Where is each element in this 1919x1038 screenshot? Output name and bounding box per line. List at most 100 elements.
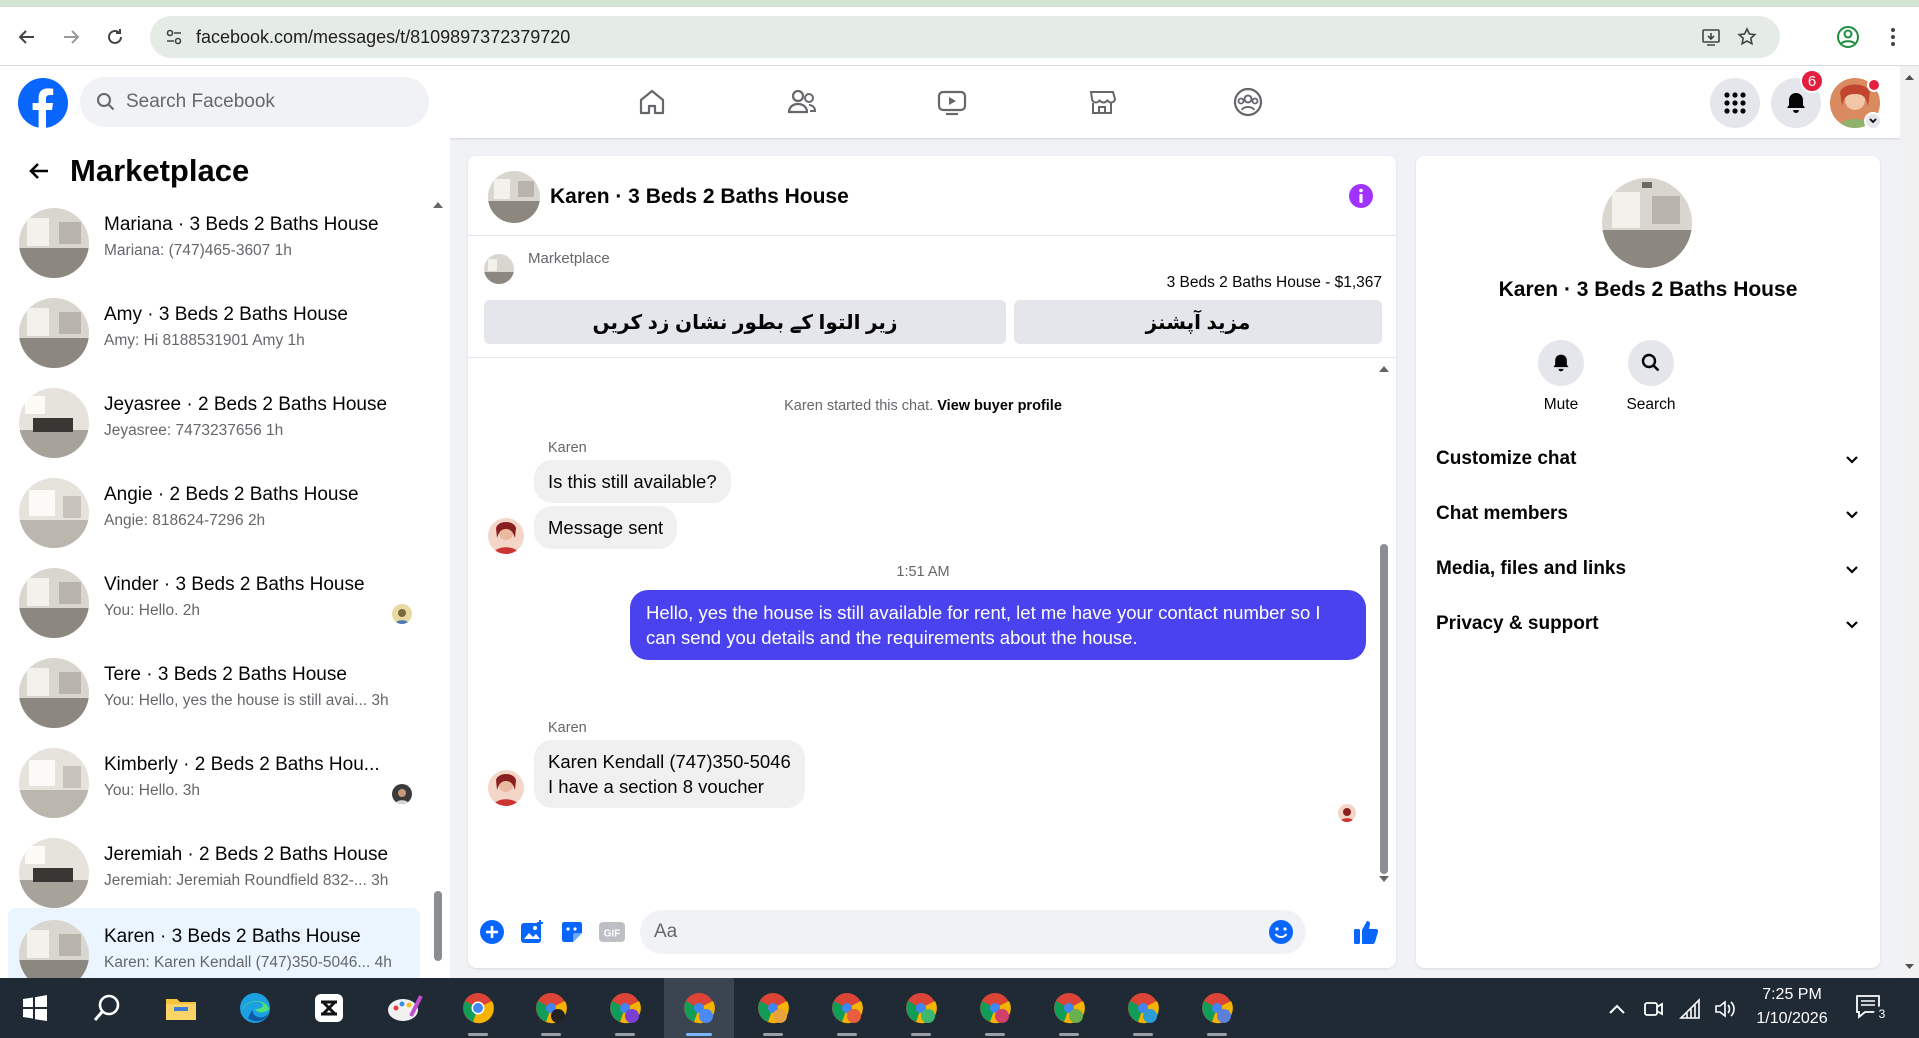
conversation-item[interactable]: Kimberly · 2 Beds 2 Baths Hou... You: He…: [8, 736, 420, 820]
conversation-item[interactable]: Jeremiah · 2 Beds 2 Baths House Jeremiah…: [8, 826, 420, 910]
conversation-item[interactable]: Mariana · 3 Beds 2 Baths House Mariana: …: [8, 196, 420, 280]
taskbar-capcut[interactable]: [294, 978, 364, 1038]
taskbar-clock[interactable]: 7:25 PM 1/10/2026: [1752, 983, 1832, 1031]
taskbar-chrome-profile[interactable]: [1108, 978, 1178, 1038]
start-button[interactable]: [0, 978, 70, 1038]
sidebar-scroll-thumb[interactable]: [434, 891, 442, 961]
mute-button[interactable]: [1538, 340, 1584, 386]
sidebar-scrollbar[interactable]: [432, 198, 444, 973]
incoming-message[interactable]: Is this still available?: [534, 460, 731, 503]
conversation-item[interactable]: Vinder · 3 Beds 2 Baths House You: Hello…: [8, 556, 420, 640]
nav-home[interactable]: [634, 84, 670, 120]
taskbar-chrome-profile-active[interactable]: [664, 978, 734, 1038]
message-input-wrapper[interactable]: [640, 910, 1306, 954]
attach-photo-button[interactable]: [518, 918, 546, 946]
gif-icon: GIF: [599, 922, 625, 942]
privacy-support-row[interactable]: Privacy & support: [1436, 602, 1860, 646]
scroll-down-arrow-icon[interactable]: [1900, 960, 1919, 974]
taskbar-file-explorer[interactable]: [146, 978, 216, 1038]
plus-circle-icon: [480, 920, 504, 944]
taskbar-chrome-profile[interactable]: [738, 978, 808, 1038]
taskbar-search[interactable]: [72, 978, 142, 1038]
conversation-item[interactable]: Jeyasree · 2 Beds 2 Baths House Jeyasree…: [8, 376, 420, 460]
forward-button[interactable]: [56, 22, 86, 52]
site-settings-icon[interactable]: [164, 27, 184, 47]
chat-listing-avatar[interactable]: [488, 171, 540, 223]
incoming-message[interactable]: Message sent: [534, 506, 678, 549]
bookmark-star-icon[interactable]: [1736, 26, 1758, 48]
nav-groups[interactable]: [1230, 84, 1266, 120]
listing-small-thumbnail[interactable]: [484, 254, 514, 284]
chat-members-row[interactable]: Chat members: [1436, 492, 1860, 536]
conversation-item[interactable]: Angie · 2 Beds 2 Baths House Angie: 8186…: [8, 466, 420, 550]
conversation-item-active[interactable]: Karen · 3 Beds 2 Baths House Karen: Kare…: [8, 908, 420, 978]
view-buyer-profile-link[interactable]: View buyer profile: [937, 398, 1062, 414]
listing-price[interactable]: 3 Beds 2 Baths House - $1,367: [1167, 274, 1382, 292]
info-listing-avatar[interactable]: [1602, 178, 1692, 268]
scroll-up-arrow-icon[interactable]: [432, 200, 444, 210]
profile-icon[interactable]: [1835, 24, 1861, 50]
mute-action[interactable]: Mute: [1516, 340, 1606, 414]
reload-button[interactable]: [100, 22, 130, 52]
taskbar-edge[interactable]: [220, 978, 290, 1038]
customize-chat-row[interactable]: Customize chat: [1436, 437, 1860, 481]
taskbar-chrome-profile[interactable]: [886, 978, 956, 1038]
scroll-up-arrow-icon[interactable]: [1900, 70, 1919, 84]
tray-volume[interactable]: [1712, 996, 1738, 1022]
running-indicator: [541, 1033, 561, 1036]
facebook-logo-icon[interactable]: [18, 78, 68, 128]
back-button[interactable]: [12, 22, 42, 52]
more-options-button[interactable]: مزید آپشنز: [1014, 300, 1382, 344]
thread-scroll-thumb[interactable]: [1380, 544, 1388, 874]
notification-center-button[interactable]: 3: [1854, 992, 1890, 1024]
scroll-up-arrow-icon[interactable]: [1378, 364, 1390, 374]
search-in-chat-button[interactable]: [1628, 340, 1674, 386]
search-label: Search: [1626, 396, 1676, 413]
nav-marketplace[interactable]: [1084, 84, 1120, 120]
thread-scrollbar[interactable]: [1378, 364, 1390, 884]
sender-avatar[interactable]: [488, 770, 524, 806]
nav-video[interactable]: [934, 84, 970, 120]
taskbar-chrome-profile[interactable]: [590, 978, 660, 1038]
gif-button[interactable]: GIF: [598, 918, 626, 946]
tray-network[interactable]: [1678, 996, 1704, 1022]
sticker-button[interactable]: [558, 918, 586, 946]
info-icon[interactable]: [1348, 183, 1374, 209]
conversation-item[interactable]: Amy · 3 Beds 2 Baths House Amy: Hi 81885…: [8, 286, 420, 370]
nav-friends[interactable]: [784, 84, 820, 120]
tray-meet-now[interactable]: [1640, 996, 1666, 1022]
windows-taskbar: 7:25 PM 1/10/2026 3: [0, 978, 1919, 1038]
media-files-links-row[interactable]: Media, files and links: [1436, 547, 1860, 591]
taskbar-chrome-profile[interactable]: [516, 978, 586, 1038]
show-hidden-icons-button[interactable]: [1604, 996, 1630, 1022]
marketplace-icon: [1089, 91, 1117, 114]
sender-avatar[interactable]: [488, 518, 524, 554]
address-bar[interactable]: facebook.com/messages/t/8109897372379720: [150, 16, 1780, 58]
incoming-message[interactable]: Karen Kendall (747)350-5046 I have a sec…: [534, 740, 805, 808]
scroll-down-arrow-icon[interactable]: [1378, 874, 1390, 884]
taskbar-chrome-profile[interactable]: [812, 978, 882, 1038]
taskbar-chrome-profile[interactable]: [1182, 978, 1252, 1038]
message-input[interactable]: [654, 921, 1234, 943]
back-to-chats-button[interactable]: [24, 156, 54, 186]
page-scrollbar[interactable]: [1900, 66, 1919, 978]
menu-button[interactable]: [1710, 78, 1760, 128]
more-actions-button[interactable]: [478, 918, 506, 946]
taskbar-paint[interactable]: [370, 978, 440, 1038]
chat-title[interactable]: Karen · 3 Beds 2 Baths House: [550, 185, 849, 209]
conversation-item[interactable]: Tere · 3 Beds 2 Baths House You: Hello, …: [8, 646, 420, 730]
taskbar-chrome-profile[interactable]: [1034, 978, 1104, 1038]
install-app-icon[interactable]: [1700, 26, 1722, 48]
search-input[interactable]: [126, 91, 406, 113]
facebook-search-box[interactable]: [80, 77, 429, 127]
mark-pending-button[interactable]: زیر التوا کے بطور نشان زد کریں: [484, 300, 1006, 344]
taskbar-chrome[interactable]: [443, 978, 513, 1038]
like-button[interactable]: [1352, 918, 1380, 946]
account-menu-chevron[interactable]: [1864, 112, 1882, 130]
browser-menu-icon[interactable]: [1883, 22, 1903, 52]
emoji-icon[interactable]: [1268, 919, 1294, 945]
outgoing-message[interactable]: Hello, yes the house is still available …: [630, 590, 1366, 660]
chrome-profile-icon: [684, 993, 715, 1024]
search-action[interactable]: Search: [1606, 340, 1696, 414]
taskbar-chrome-profile[interactable]: [960, 978, 1030, 1038]
